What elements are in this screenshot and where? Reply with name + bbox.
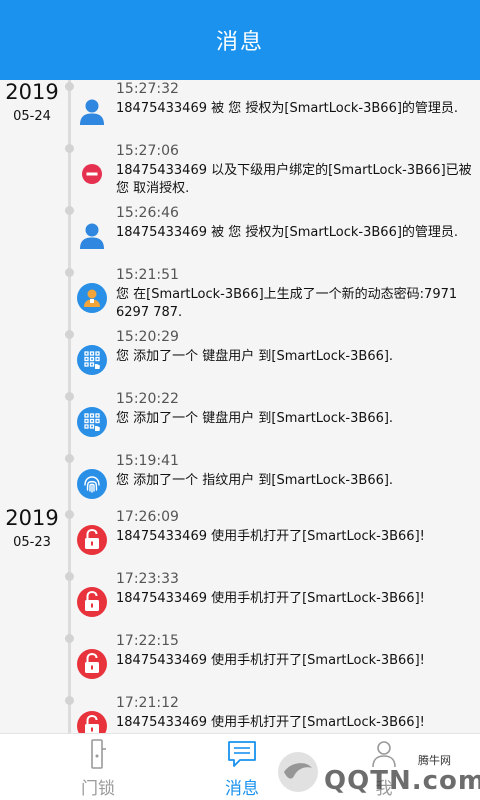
message-time: 15:26:46 [116,205,179,221]
message-text: 您 添加了一个 键盘用户 到[SmartLock-3B66]. [116,349,394,364]
message-text: 您 在[SmartLock-3B66]上生成了一个新的动态密码:7971 629… [116,287,458,320]
door-lock-icon [91,739,106,769]
message-time: 17:26:09 [116,509,179,525]
message-time: 15:20:22 [116,391,179,407]
message-time: 17:22:15 [116,633,179,649]
message-item[interactable]: 15:21:51 您 在[SmartLock-3B66]上生成了一个新的动态密码… [0,266,480,328]
user-icon [80,99,104,125]
message-text: 18475433469 以及下级用户绑定的[SmartLock-3B66]已被 … [116,163,472,196]
page-title: 消息 [215,30,264,55]
timeline-dot [65,206,74,215]
minus-circle-icon [82,164,102,184]
message-time: 15:20:29 [116,329,179,345]
timeline-dot [65,572,74,581]
unlock-icon [77,587,107,617]
message-text: 18475433469 被 您 授权为[SmartLock-3B66]的管理员. [116,225,459,240]
message-text: 18475433469 被 您 授权为[SmartLock-3B66]的管理员. [116,101,459,116]
watermark-text: QQTN.com [324,766,480,796]
message-item[interactable]: 15:26:46 18475433469 被 您 授权为[SmartLock-3… [0,204,480,266]
message-item[interactable]: 15:27:06 18475433469 以及下级用户绑定的[SmartLock… [0,142,480,204]
unlock-icon [77,649,107,679]
fingerprint-icon [77,469,107,499]
keypad-icon [77,345,107,375]
message-time: 15:21:51 [116,267,179,283]
timeline-dot [65,330,74,339]
timeline-dot [65,634,74,643]
message-time: 15:27:06 [116,143,179,159]
tab-door-lock[interactable]: 门锁 [58,734,138,800]
message-item[interactable]: 17:22:15 18475433469 使用手机打开了[SmartLock-3… [0,632,480,694]
timeline-dot [65,454,74,463]
message-text: 您 添加了一个 指纹用户 到[SmartLock-3B66]. [116,473,394,488]
timeline-dot [65,144,74,153]
timeline-dot [65,392,74,401]
timeline-dot [65,510,74,519]
message-item[interactable]: 17:23:33 18475433469 使用手机打开了[SmartLock-3… [0,570,480,632]
message-text: 您 添加了一个 键盘用户 到[SmartLock-3B66]. [116,411,394,426]
message-timeline[interactable]: 2019 05-24 2019 05-23 15:27:32 184754334… [0,80,480,733]
message-icon [228,741,256,767]
keypad-icon [77,407,107,437]
watermark-logo-icon [278,752,318,792]
message-text: 18475433469 使用手机打开了[SmartLock-3B66]! [116,715,425,730]
app-header: 消息 [0,0,480,80]
message-item[interactable]: 17:26:09 18475433469 使用手机打开了[SmartLock-3… [0,508,480,570]
timeline-dot [65,696,74,705]
timeline-dot [65,268,74,277]
message-item[interactable]: 15:27:32 18475433469 被 您 授权为[SmartLock-3… [0,80,480,142]
timeline-dot [65,82,74,91]
tab-label: 门锁 [81,779,115,799]
message-text: 18475433469 使用手机打开了[SmartLock-3B66]! [116,591,425,606]
watermark: 腾牛网 QQTN.com [268,744,480,800]
message-item[interactable]: 15:19:41 您 添加了一个 指纹用户 到[SmartLock-3B66]. [0,452,480,514]
unlock-icon [77,525,107,555]
message-time: 17:23:33 [116,571,179,587]
message-text: 18475433469 使用手机打开了[SmartLock-3B66]! [116,529,425,544]
message-item[interactable]: 15:20:29 您 添加了一个 键盘用户 到[SmartLock-3B66]. [0,328,480,390]
message-text: 18475433469 使用手机打开了[SmartLock-3B66]! [116,653,425,668]
message-item[interactable]: 15:20:22 您 添加了一个 键盘用户 到[SmartLock-3B66]. [0,390,480,452]
message-item[interactable]: 17:21:12 18475433469 使用手机打开了[SmartLock-3… [0,694,480,733]
message-time: 15:19:41 [116,453,179,469]
temp-password-icon [77,283,107,313]
unlock-icon [77,711,107,733]
user-icon [80,223,104,249]
message-time: 17:21:12 [116,695,179,711]
message-time: 15:27:32 [116,81,179,97]
